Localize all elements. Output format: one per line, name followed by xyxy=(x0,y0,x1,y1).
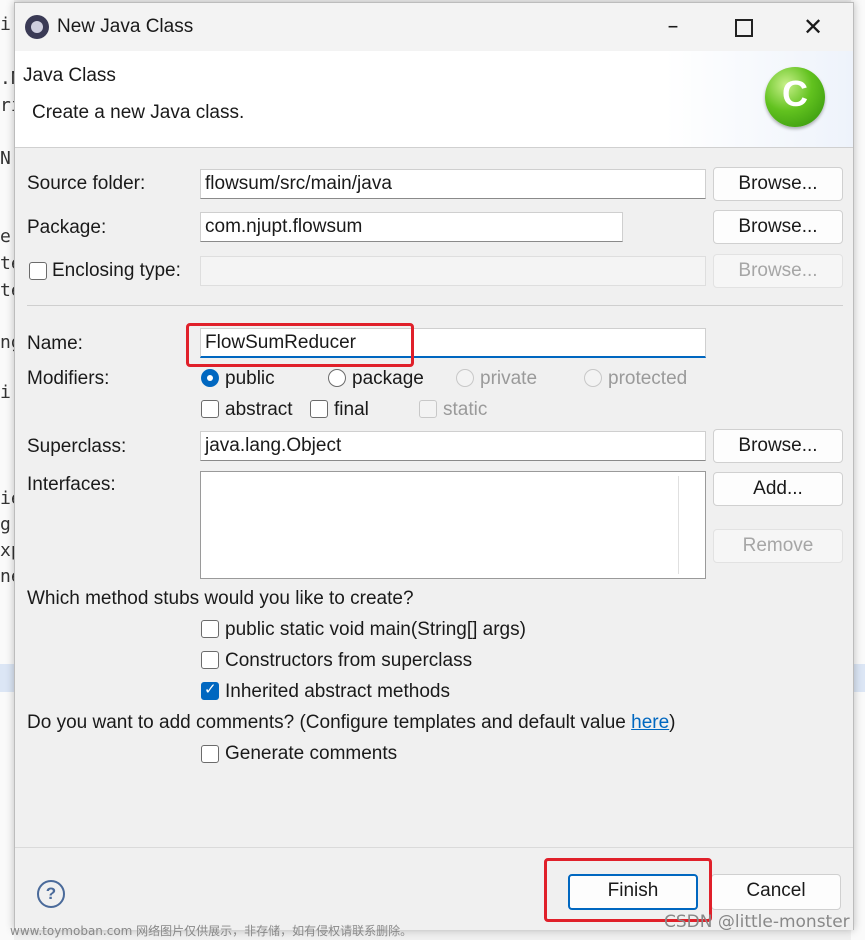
configure-templates-link[interactable]: here xyxy=(631,712,669,733)
help-icon[interactable]: ? xyxy=(37,880,65,908)
public-label: public xyxy=(225,368,275,389)
generate-comments-checkbox[interactable] xyxy=(201,745,219,763)
maximize-button[interactable] xyxy=(717,7,769,47)
main-method-checkbox[interactable] xyxy=(201,620,219,638)
code-fragment: N xyxy=(0,148,11,169)
package-radio[interactable] xyxy=(328,369,346,387)
cancel-button[interactable]: Cancel xyxy=(711,874,841,910)
method-stubs-question: Which method stubs would you like to cre… xyxy=(27,588,414,609)
superclass-label: Superclass: xyxy=(27,436,127,457)
banner-title: Java Class xyxy=(23,65,116,86)
generate-comments-label: Generate comments xyxy=(225,743,398,764)
wizard-banner: Java Class Create a new Java class. C xyxy=(15,51,853,148)
banner-description: Create a new Java class. xyxy=(32,102,245,123)
constructors-checkbox[interactable] xyxy=(201,651,219,669)
java-class-icon: C xyxy=(765,67,825,127)
package-field[interactable]: com.njupt.flowsum xyxy=(200,212,623,242)
abstract-label: abstract xyxy=(225,399,293,420)
package-label: Package: xyxy=(27,217,107,238)
source-folder-field[interactable]: flowsum/src/main/java xyxy=(200,169,706,199)
code-fragment: i xyxy=(0,382,11,403)
private-label: private xyxy=(480,368,538,389)
static-label: static xyxy=(443,399,488,420)
comments-question-text: Do you want to add comments? (Configure … xyxy=(27,712,632,733)
interfaces-list[interactable] xyxy=(200,471,706,579)
abstract-checkbox[interactable] xyxy=(201,400,219,418)
inherited-methods-checkbox[interactable] xyxy=(201,680,219,700)
title-bar: New Java Class – ✕ xyxy=(15,3,853,51)
enclosing-type-checkbox[interactable] xyxy=(29,262,47,280)
new-java-class-dialog: New Java Class – ✕ Java Class Create a n… xyxy=(14,2,854,930)
separator xyxy=(27,305,843,306)
comments-question-end: ) xyxy=(669,712,676,733)
package-browse-button[interactable]: Browse... xyxy=(713,210,843,244)
minimize-button[interactable]: – xyxy=(647,7,699,47)
protected-label: protected xyxy=(608,368,688,389)
name-highlight-box xyxy=(186,323,414,367)
static-checkbox xyxy=(419,400,437,418)
source-folder-label: Source folder: xyxy=(27,173,146,194)
add-interface-button[interactable]: Add... xyxy=(713,472,843,506)
superclass-browse-button[interactable]: Browse... xyxy=(713,429,843,463)
background-editor: i: .N ri N e te te ng i ie g xp ne xyxy=(0,0,22,940)
enclosing-type-browse-button: Browse... xyxy=(713,254,843,288)
watermark-text: www.toymoban.com 网络图片仅供展示，非存储，如有侵权请联系删除。 xyxy=(10,924,413,938)
protected-radio xyxy=(584,369,602,387)
eclipse-icon xyxy=(25,15,49,39)
superclass-field[interactable]: java.lang.Object xyxy=(200,431,706,461)
final-checkbox[interactable] xyxy=(310,400,328,418)
close-button[interactable]: ✕ xyxy=(787,7,839,47)
name-label: Name: xyxy=(27,333,83,354)
public-radio[interactable] xyxy=(201,369,219,387)
source-folder-browse-button[interactable]: Browse... xyxy=(713,167,843,201)
inherited-methods-label: Inherited abstract methods xyxy=(225,681,450,702)
interfaces-label: Interfaces: xyxy=(27,474,116,495)
constructors-label: Constructors from superclass xyxy=(225,650,473,671)
window-title: New Java Class xyxy=(57,16,194,37)
editor-highlight-line xyxy=(0,664,14,692)
enclosing-type-label: Enclosing type: xyxy=(52,260,181,281)
comments-question: Do you want to add comments? (Configure … xyxy=(27,712,675,734)
csdn-watermark: CSDN @little-monster xyxy=(664,912,850,932)
main-method-label: public static void main(String[] args) xyxy=(225,619,526,640)
code-fragment: g xyxy=(0,514,11,535)
final-label: final xyxy=(334,399,369,420)
private-radio xyxy=(456,369,474,387)
modifiers-label: Modifiers: xyxy=(27,368,110,389)
package-modifier-label: package xyxy=(352,368,424,389)
enclosing-type-field xyxy=(200,256,706,286)
remove-interface-button: Remove xyxy=(713,529,843,563)
code-fragment: e xyxy=(0,226,11,247)
